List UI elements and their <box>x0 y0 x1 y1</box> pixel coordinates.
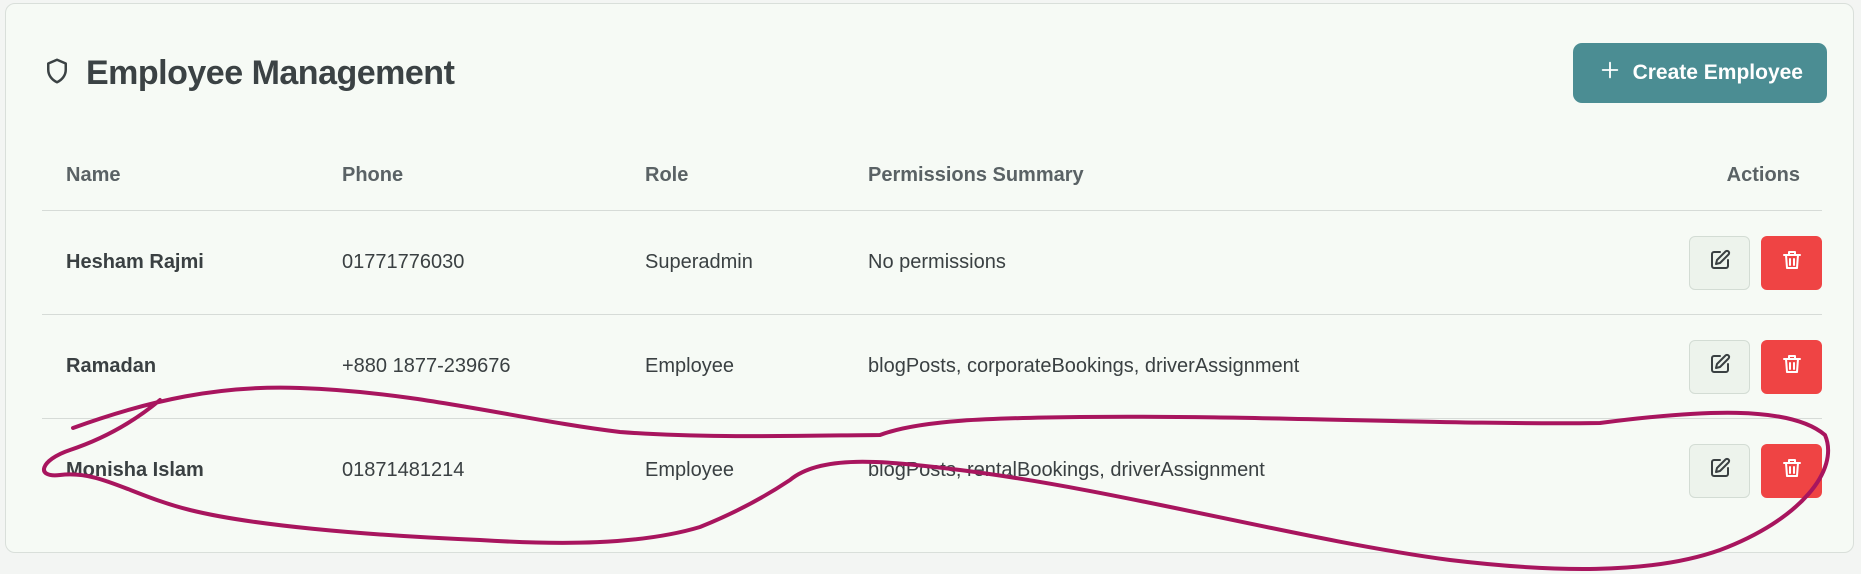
delete-button[interactable] <box>1761 235 1822 290</box>
delete-button[interactable] <box>1761 443 1822 498</box>
trash-icon <box>1780 248 1804 278</box>
employee-name: Ramadan <box>42 314 318 419</box>
column-header-actions: Actions <box>1576 140 1822 211</box>
employee-phone: 01871481214 <box>342 459 465 481</box>
employee-phone: +880 1877-239676 <box>318 314 621 419</box>
create-employee-label: Create Employee <box>1632 61 1803 84</box>
page-title: Employee Management <box>86 53 455 92</box>
employee-role: Superadmin <box>621 210 844 315</box>
column-header-role: Role <box>621 140 844 211</box>
row-actions <box>1576 419 1822 523</box>
employee-management-card: Employee Management Create Employee Name… <box>5 3 1854 553</box>
employee-role: Employee <box>621 314 844 419</box>
trash-icon <box>1780 352 1804 382</box>
employee-table: Name Phone Role Permissions Summary Acti… <box>42 140 1822 522</box>
card-header: Employee Management Create Employee <box>42 42 1827 104</box>
row-actions <box>1576 210 1822 315</box>
edit-button[interactable] <box>1689 235 1750 290</box>
shield-icon <box>42 56 72 91</box>
title-group: Employee Management <box>42 53 455 93</box>
employee-phone: 01771776030 <box>318 210 621 315</box>
table-header-row: Name Phone Role Permissions Summary Acti… <box>42 140 1822 211</box>
trash-icon <box>1780 456 1804 486</box>
employee-permissions: No permissions <box>844 210 1576 315</box>
edit-icon <box>1708 352 1732 382</box>
employee-name: Monisha Islam <box>66 459 204 481</box>
edit-button[interactable] <box>1689 443 1750 498</box>
column-header-name: Name <box>42 140 318 211</box>
delete-button[interactable] <box>1761 339 1822 394</box>
employee-permissions: blogPosts, corporateBookings, driverAssi… <box>844 314 1576 419</box>
table-row: Hesham Rajmi 01771776030 Superadmin No p… <box>42 210 1822 315</box>
edit-icon <box>1708 456 1732 486</box>
table-row: Monisha Islam 01871481214 Employee blogP… <box>42 419 1822 523</box>
row-actions <box>1576 314 1822 419</box>
edit-button[interactable] <box>1689 339 1750 394</box>
plus-icon <box>1599 59 1621 87</box>
employee-role: Employee <box>645 459 734 481</box>
create-employee-button[interactable]: Create Employee <box>1572 43 1827 103</box>
column-header-phone: Phone <box>318 140 621 211</box>
edit-icon <box>1708 248 1732 278</box>
table-row: Ramadan +880 1877-239676 Employee blogPo… <box>42 314 1822 419</box>
employee-permissions: blogPosts, rentalBookings, driverAssignm… <box>868 459 1265 481</box>
column-header-permissions: Permissions Summary <box>844 140 1576 211</box>
employee-name: Hesham Rajmi <box>42 210 318 315</box>
